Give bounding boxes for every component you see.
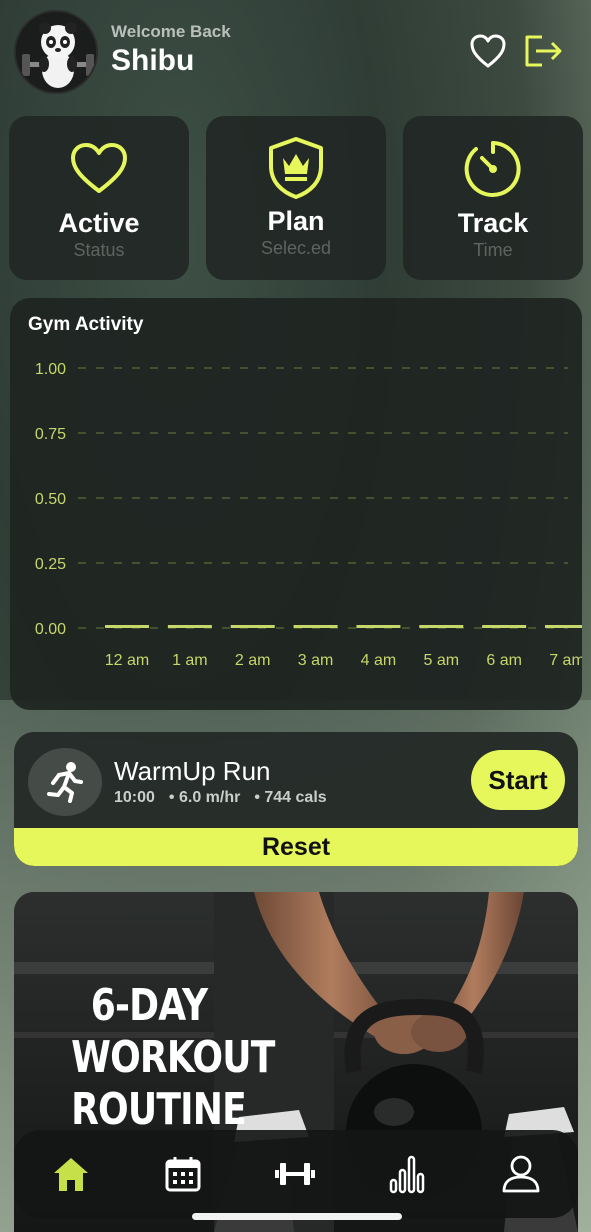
- workout-name: WarmUp Run: [114, 756, 271, 786]
- banner-line: ROUTINE: [71, 1084, 247, 1135]
- x-tick-label: 1 am: [172, 652, 208, 669]
- heart-icon: [71, 143, 127, 193]
- x-tick-label: 2 am: [235, 652, 271, 669]
- run-icon-circle: [28, 748, 102, 816]
- activity-bar: [419, 625, 464, 628]
- stat-subtitle: Status: [73, 240, 125, 260]
- reset-button[interactable]: Reset: [14, 828, 578, 866]
- stat-subtitle: Time: [473, 240, 513, 260]
- heart-outline-icon: [470, 34, 506, 68]
- workout-duration: 10:00: [114, 789, 155, 806]
- stat-subtitle: Selec.ed: [260, 238, 332, 258]
- workout-card[interactable]: WarmUp Run 10:00 • 6.0 m/hr • 744 cals S…: [14, 732, 578, 866]
- favorite-button[interactable]: [469, 33, 507, 69]
- nav-profile[interactable]: [498, 1154, 544, 1194]
- x-tick-label: 7 am: [549, 652, 582, 669]
- calendar-icon: [165, 1157, 201, 1192]
- banner-line: WORKOUT: [71, 1032, 275, 1083]
- activity-bar: [230, 625, 275, 628]
- bottom-nav: [14, 1130, 578, 1218]
- stat-title: Plan: [267, 206, 325, 236]
- track-time-card[interactable]: Track Time: [403, 116, 583, 280]
- y-tick-label: 0.25: [35, 556, 66, 573]
- stat-title: Track: [457, 208, 529, 238]
- plan-selected-card[interactable]: Plan Selec.ed: [206, 116, 386, 280]
- chart-plot: 1.00 0.75 0.50 0.25 0.00 12 am 1 am 2 am 3 am 4 a…: [35, 361, 582, 669]
- nav-workouts[interactable]: [272, 1154, 318, 1194]
- activity-bar: [545, 625, 582, 628]
- activity-bar: [482, 625, 527, 628]
- activity-bar: [167, 625, 212, 628]
- panda-avatar-icon: [16, 12, 96, 92]
- crown-shield-icon: [269, 137, 323, 199]
- logout-button[interactable]: [522, 33, 564, 69]
- activity-bar: [293, 625, 338, 628]
- workout-meta: 10:00 • 6.0 m/hr • 744 cals: [114, 789, 327, 807]
- start-button[interactable]: Start: [471, 750, 565, 810]
- avatar[interactable]: [14, 10, 98, 94]
- logout-icon: [525, 35, 562, 67]
- nav-home[interactable]: [48, 1154, 94, 1194]
- y-tick-label: 0.75: [35, 426, 66, 443]
- profile-icon: [502, 1155, 540, 1193]
- x-tick-label: 4 am: [361, 652, 397, 669]
- banner-title: 6-DAY WORKOUT ROUTINE: [71, 980, 275, 1136]
- home-icon: [54, 1158, 88, 1191]
- gym-activity-chart: Gym Activity 1.00 0.75 0.50 0.25 0.00 12 am 1 …: [10, 298, 582, 710]
- home-indicator: [192, 1213, 402, 1220]
- workout-calories: • 744 cals: [254, 789, 327, 806]
- x-tick-label: 12 am: [105, 652, 149, 669]
- y-tick-label: 0.50: [35, 491, 66, 508]
- x-tick-label: 6 am: [486, 652, 522, 669]
- dumbbell-icon: [275, 1163, 315, 1185]
- welcome-text: Welcome Back: [111, 22, 231, 41]
- nav-stats[interactable]: [384, 1154, 430, 1194]
- activity-bar: [105, 625, 149, 628]
- activity-bar: [356, 625, 401, 628]
- active-status-card[interactable]: Active Status: [9, 116, 189, 280]
- stopwatch-icon: [464, 141, 521, 197]
- stat-title: Active: [58, 208, 140, 238]
- x-tick-label: 3 am: [298, 652, 334, 669]
- y-tick-label: 1.00: [35, 361, 66, 378]
- workout-speed: • 6.0 m/hr: [168, 789, 241, 806]
- x-tick-label: 5 am: [423, 652, 459, 669]
- username: Shibu: [111, 44, 195, 77]
- nav-calendar[interactable]: [160, 1154, 206, 1194]
- y-tick-label: 0.00: [35, 621, 66, 638]
- banner-line: 6-DAY: [90, 980, 208, 1031]
- bar-chart-icon: [389, 1155, 425, 1194]
- running-person-icon: [47, 762, 83, 803]
